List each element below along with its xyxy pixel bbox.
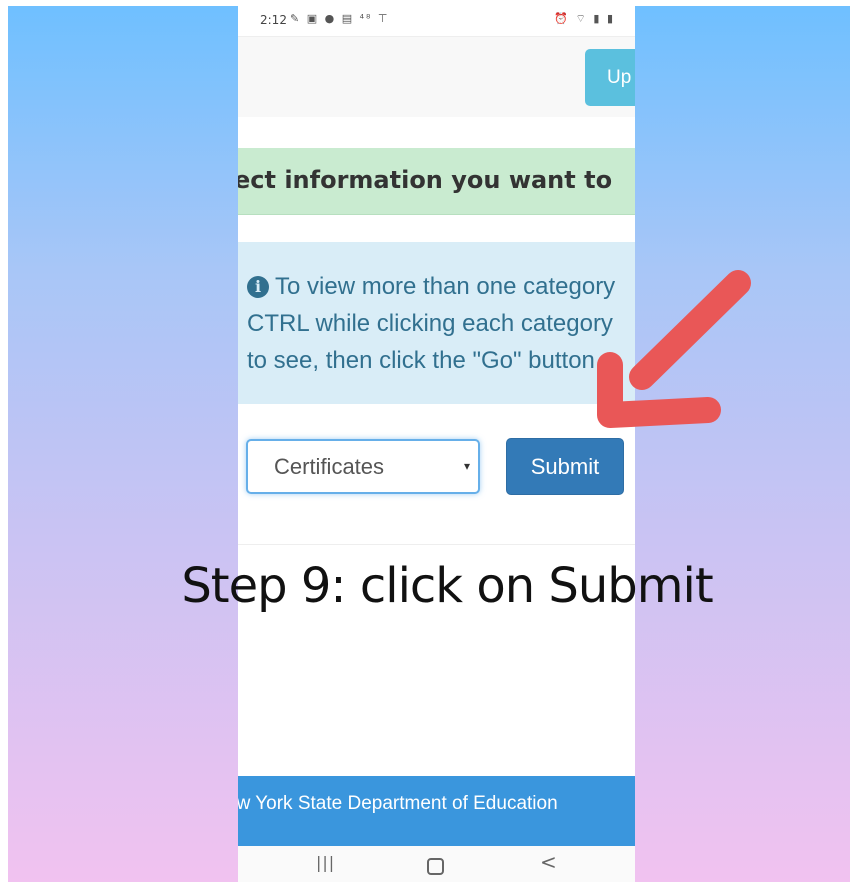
android-nav-bar: ||| <	[238, 846, 635, 882]
chevron-down-icon: ▾	[463, 459, 470, 473]
phone-screen: 2:12 ✎ ▣ ● ▤ ⁴⁸ ⊤ ⏰ ⌔ ▮ ▮ Up ect informa…	[238, 6, 635, 882]
notification-icons: ✎ ▣ ● ▤ ⁴⁸ ⊤	[290, 12, 390, 25]
back-icon[interactable]: <	[540, 850, 557, 874]
update-button[interactable]: Up	[585, 49, 635, 106]
info-line-2: CTRL while clicking each category	[247, 310, 613, 337]
footer: ew York State Department of Education	[238, 776, 635, 846]
info-circle-icon: i	[247, 276, 269, 298]
annotation-arrow-icon	[597, 270, 751, 428]
category-select-value: Certificates	[274, 454, 385, 479]
footer-text: ew York State Department of Education	[238, 793, 558, 814]
success-banner: ect information you want to	[238, 148, 635, 215]
divider	[238, 544, 635, 545]
submit-button[interactable]: Submit	[506, 438, 624, 495]
top-toolbar: Up	[238, 37, 635, 117]
info-alert: i To view more than one category CTRL whi…	[238, 242, 635, 404]
category-select[interactable]: Certificates ▾	[246, 439, 480, 494]
success-banner-text: ect information you want to	[238, 166, 613, 194]
home-icon[interactable]	[427, 858, 444, 875]
info-text: i To view more than one category CTRL whi…	[247, 268, 635, 379]
info-line-3: to see, then click the "Go" button.	[247, 347, 602, 374]
system-status-icons: ⏰ ⌔ ▮ ▮	[554, 12, 615, 25]
status-time: 2:12	[260, 13, 287, 27]
status-bar: 2:12 ✎ ▣ ● ▤ ⁴⁸ ⊤ ⏰ ⌔ ▮ ▮	[238, 6, 635, 37]
recents-icon[interactable]: |||	[316, 853, 335, 872]
step-caption: Step 9: click on Submit	[181, 558, 713, 614]
info-line-1: To view more than one category	[275, 273, 616, 300]
